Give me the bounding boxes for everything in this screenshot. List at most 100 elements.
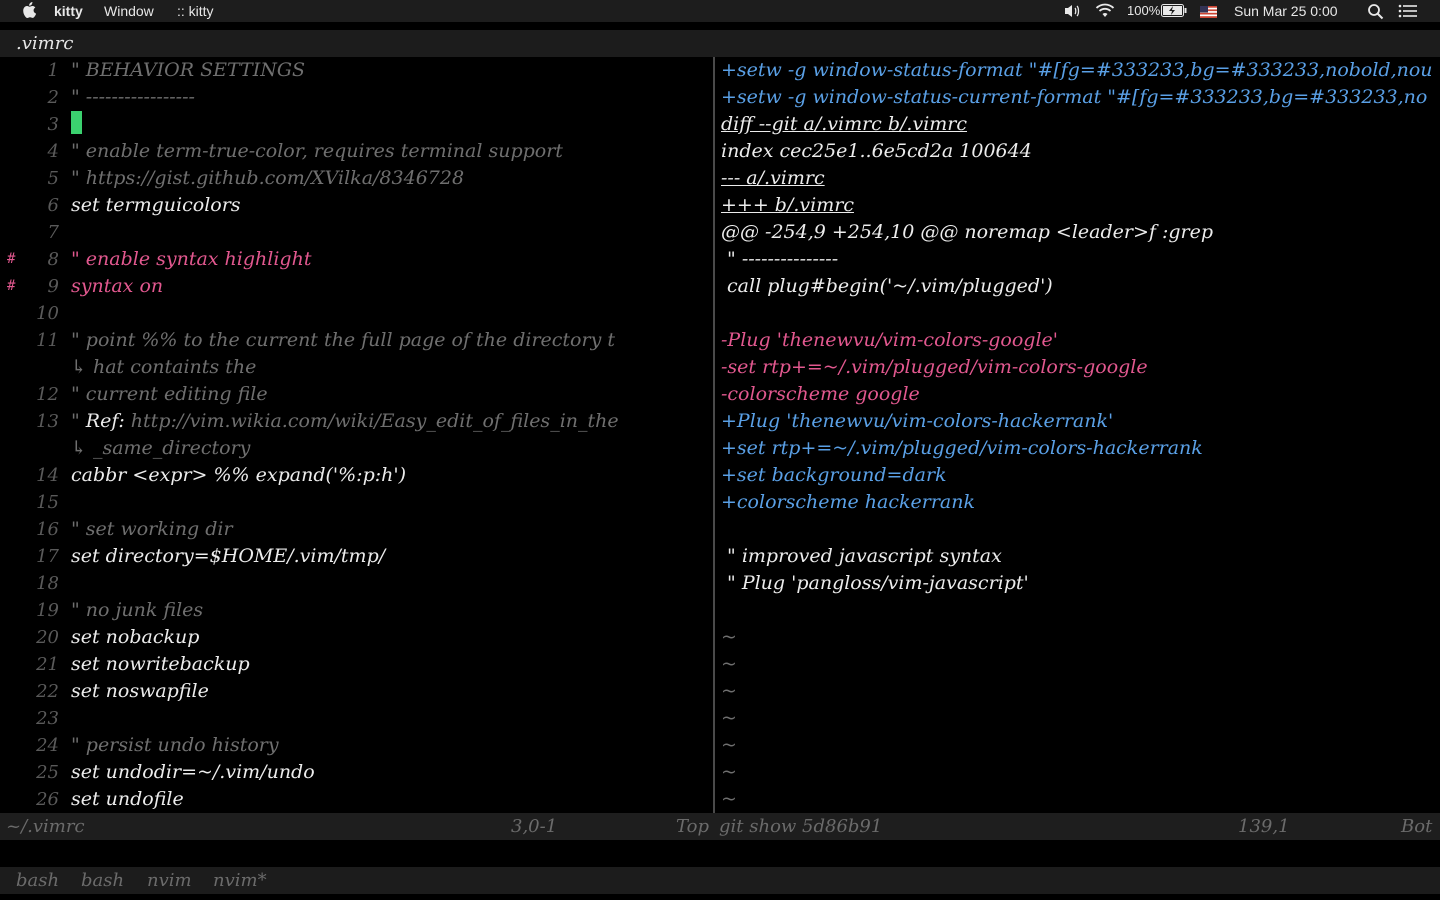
editor-line[interactable]: 17 set directory=$HOME/.vim/tmp/ bbox=[0, 543, 712, 570]
search-icon[interactable] bbox=[1367, 3, 1384, 23]
diff-line[interactable]: " --------------- bbox=[719, 246, 1440, 273]
diff-line[interactable]: --- a/.vimrc bbox=[719, 165, 1440, 192]
editor-line[interactable]: 25 set undodir=~/.vim/undo bbox=[0, 759, 712, 786]
datetime[interactable]: Sun Mar 25 0:00 bbox=[1234, 3, 1338, 19]
editor-line[interactable]: 23 bbox=[0, 705, 712, 732]
terminal-title-bar: .vimrc bbox=[0, 30, 1440, 57]
diff-line-text: " --------------- bbox=[721, 248, 839, 270]
status-right-scroll: Bot bbox=[1401, 816, 1433, 837]
diff-line[interactable]: ~ bbox=[719, 759, 1440, 786]
window-menu[interactable]: Window bbox=[104, 3, 154, 19]
line-text bbox=[71, 111, 82, 138]
line-text: set nobackup bbox=[71, 626, 200, 648]
diff-line-text: ~ bbox=[721, 626, 737, 648]
editor-line[interactable]: ↳ hat containts the bbox=[0, 354, 712, 381]
diff-line[interactable]: ~ bbox=[719, 678, 1440, 705]
diff-line-text: -Plug 'thenewvu/vim-colors-google' bbox=[721, 329, 1059, 351]
line-number: 23 bbox=[36, 708, 59, 729]
diff-line[interactable]: " improved javascript syntax bbox=[719, 543, 1440, 570]
editor-line[interactable]: 18 bbox=[0, 570, 712, 597]
editor-line[interactable]: 26 set undofile bbox=[0, 786, 712, 813]
diff-line[interactable] bbox=[719, 597, 1440, 624]
diff-line[interactable]: -set rtp+=~/.vim/plugged/vim-colors-goog… bbox=[719, 354, 1440, 381]
line-number: 21 bbox=[36, 654, 59, 675]
diff-line[interactable]: ~ bbox=[719, 732, 1440, 759]
app-menu[interactable]: kitty bbox=[54, 3, 83, 19]
diff-line[interactable]: ~ bbox=[719, 651, 1440, 678]
diff-line[interactable]: +colorscheme hackerrank bbox=[719, 489, 1440, 516]
diff-line[interactable]: ~ bbox=[719, 786, 1440, 813]
line-number: 20 bbox=[36, 627, 59, 648]
editor-line[interactable]: 20 set nobackup bbox=[0, 624, 712, 651]
editor-line[interactable]: 24 " persist undo history bbox=[0, 732, 712, 759]
editor-line[interactable]: 7 bbox=[0, 219, 712, 246]
flag-icon[interactable] bbox=[1200, 5, 1217, 21]
editor-line[interactable]: 16 " set working dir bbox=[0, 516, 712, 543]
volume-icon[interactable] bbox=[1063, 3, 1083, 22]
editor-line[interactable]: 4 " enable term-true-color, requires term… bbox=[0, 138, 712, 165]
diff-line[interactable]: +setw -g window-status-current-format "#… bbox=[719, 84, 1440, 111]
text-cursor bbox=[71, 111, 82, 134]
diff-line[interactable]: index cec25e1..6e5cd2a 100644 bbox=[719, 138, 1440, 165]
pane-divider[interactable] bbox=[713, 57, 715, 813]
editor-line[interactable]: 1 " BEHAVIOR SETTINGS bbox=[0, 57, 712, 84]
editor-line[interactable]: 15 bbox=[0, 489, 712, 516]
tmux-tab[interactable]: nvim bbox=[147, 867, 192, 894]
tmux-tab[interactable]: bash bbox=[81, 867, 124, 894]
diff-line[interactable]: -Plug 'thenewvu/vim-colors-google' bbox=[719, 327, 1440, 354]
editor-line[interactable]: 10 bbox=[0, 300, 712, 327]
tmux-tab[interactable]: nvim* bbox=[213, 867, 267, 894]
editor-line[interactable]: 11 " point %% to the current the full pag… bbox=[0, 327, 712, 354]
editor-pane-right[interactable]: +setw -g window-status-format "#[fg=#333… bbox=[719, 57, 1440, 813]
editor-line[interactable]: 6 set termguicolors bbox=[0, 192, 712, 219]
status-right-title: git show 5d86b91 bbox=[719, 816, 883, 837]
diff-line[interactable]: +Plug 'thenewvu/vim-colors-hackerrank' bbox=[719, 408, 1440, 435]
diff-line[interactable]: +++ b/.vimrc bbox=[719, 192, 1440, 219]
battery-percent: 100% bbox=[1127, 3, 1161, 18]
diff-line[interactable]: +set rtp+=~/.vim/plugged/vim-colors-hack… bbox=[719, 435, 1440, 462]
line-text: set undodir=~/.vim/undo bbox=[71, 761, 315, 783]
editor-line[interactable]: 14 cabbr <expr> %% expand('%:p:h') bbox=[0, 462, 712, 489]
editor-line[interactable]: 19 " no junk files bbox=[0, 597, 712, 624]
editor-line[interactable]: 13 " Ref: http://vim.wikia.com/wiki/Easy_… bbox=[0, 408, 712, 435]
editor-line[interactable]: #9 syntax on bbox=[0, 273, 712, 300]
line-number: 8 bbox=[47, 249, 59, 270]
diff-line[interactable]: ~ bbox=[719, 705, 1440, 732]
diff-line-text: " improved javascript syntax bbox=[721, 545, 1002, 567]
line-text: set directory=$HOME/.vim/tmp/ bbox=[71, 545, 386, 567]
editor-pane-left[interactable]: 1 " BEHAVIOR SETTINGS 2 " -----------------… bbox=[0, 57, 712, 813]
line-text: ↳ _same_directory bbox=[71, 437, 251, 459]
battery-icon[interactable] bbox=[1161, 4, 1187, 20]
diff-line-text: ~ bbox=[721, 734, 737, 756]
diff-line[interactable]: +set background=dark bbox=[719, 462, 1440, 489]
diff-line-text: @@ -254,9 +254,10 @@ noremap <leader>f :… bbox=[721, 221, 1214, 243]
editor-line[interactable]: 22 set noswapfile bbox=[0, 678, 712, 705]
vim-status-line: ~/.vimrc 3,0-1 Top git show 5d86b91 139,… bbox=[0, 813, 1440, 840]
diff-line[interactable]: @@ -254,9 +254,10 @@ noremap <leader>f :… bbox=[719, 219, 1440, 246]
editor-line[interactable]: 12 " current editing file bbox=[0, 381, 712, 408]
diff-line[interactable]: +setw -g window-status-format "#[fg=#333… bbox=[719, 57, 1440, 84]
editor-line[interactable]: 5 " https://gist.github.com/XVilka/834672… bbox=[0, 165, 712, 192]
editor-line[interactable]: 3 bbox=[0, 111, 712, 138]
diff-line-text: diff --git a/.vimrc b/.vimrc bbox=[721, 113, 968, 135]
diff-line[interactable]: " Plug 'pangloss/vim-javascript' bbox=[719, 570, 1440, 597]
editor-line[interactable]: 21 set nowritebackup bbox=[0, 651, 712, 678]
line-number: 26 bbox=[36, 789, 59, 810]
tmux-tab[interactable]: bash bbox=[16, 867, 59, 894]
apple-icon[interactable] bbox=[22, 2, 37, 22]
line-number: 10 bbox=[36, 303, 59, 324]
diff-line[interactable]: diff --git a/.vimrc b/.vimrc bbox=[719, 111, 1440, 138]
diff-line[interactable] bbox=[719, 300, 1440, 327]
diff-line-text: -set rtp+=~/.vim/plugged/vim-colors-goog… bbox=[721, 356, 1148, 378]
list-icon[interactable] bbox=[1398, 4, 1418, 21]
editor-line[interactable]: #8 " enable syntax highlight bbox=[0, 246, 712, 273]
diff-line-text: +set rtp+=~/.vim/plugged/vim-colors-hack… bbox=[721, 437, 1203, 459]
diff-line[interactable] bbox=[719, 516, 1440, 543]
editor-line[interactable]: ↳ _same_directory bbox=[0, 435, 712, 462]
diff-line[interactable]: -colorscheme google bbox=[719, 381, 1440, 408]
editor-line[interactable]: 2 " ----------------- bbox=[0, 84, 712, 111]
diff-line[interactable]: ~ bbox=[719, 624, 1440, 651]
diff-line[interactable]: call plug#begin('~/.vim/plugged') bbox=[719, 273, 1440, 300]
line-number: 9 bbox=[47, 276, 59, 297]
wifi-icon[interactable] bbox=[1094, 2, 1116, 22]
